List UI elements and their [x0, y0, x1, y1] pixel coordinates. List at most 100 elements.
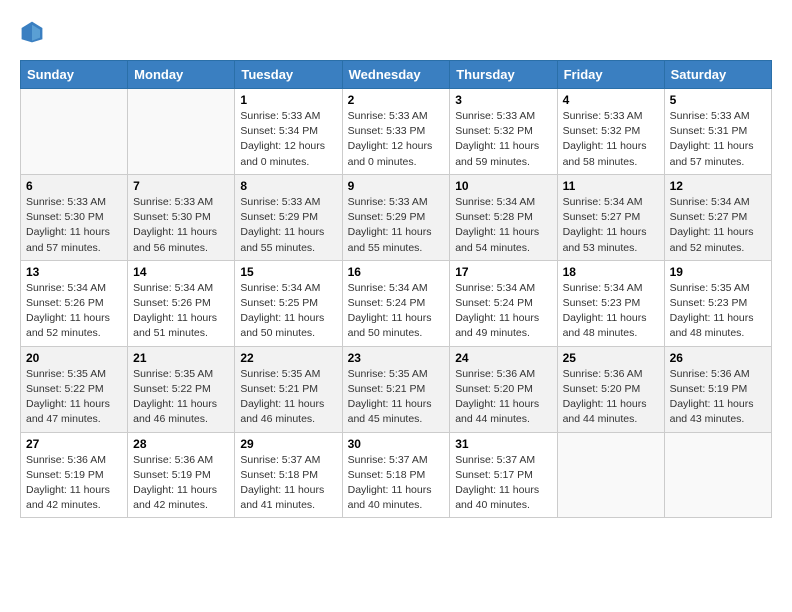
cell-info: Sunrise: 5:37 AMSunset: 5:17 PMDaylight:… [455, 453, 551, 514]
calendar-cell: 15 Sunrise: 5:34 AMSunset: 5:25 PMDayligh… [235, 260, 342, 346]
cell-info: Sunrise: 5:33 AMSunset: 5:29 PMDaylight:… [348, 195, 445, 256]
cell-info: Sunrise: 5:36 AMSunset: 5:19 PMDaylight:… [670, 367, 766, 428]
calendar-cell: 24 Sunrise: 5:36 AMSunset: 5:20 PMDayligh… [450, 346, 557, 432]
calendar-cell: 10 Sunrise: 5:34 AMSunset: 5:28 PMDayligh… [450, 174, 557, 260]
cell-info: Sunrise: 5:36 AMSunset: 5:20 PMDaylight:… [455, 367, 551, 428]
day-number: 27 [26, 437, 122, 451]
calendar-cell: 31 Sunrise: 5:37 AMSunset: 5:17 PMDayligh… [450, 432, 557, 518]
calendar-cell [21, 89, 128, 175]
day-number: 8 [240, 179, 336, 193]
cell-info: Sunrise: 5:33 AMSunset: 5:30 PMDaylight:… [133, 195, 229, 256]
calendar-cell: 9 Sunrise: 5:33 AMSunset: 5:29 PMDaylight… [342, 174, 450, 260]
calendar-cell: 7 Sunrise: 5:33 AMSunset: 5:30 PMDaylight… [128, 174, 235, 260]
day-number: 26 [670, 351, 766, 365]
cell-info: Sunrise: 5:35 AMSunset: 5:23 PMDaylight:… [670, 281, 766, 342]
calendar-cell: 28 Sunrise: 5:36 AMSunset: 5:19 PMDayligh… [128, 432, 235, 518]
cell-info: Sunrise: 5:34 AMSunset: 5:26 PMDaylight:… [26, 281, 122, 342]
day-number: 13 [26, 265, 122, 279]
calendar-cell: 25 Sunrise: 5:36 AMSunset: 5:20 PMDayligh… [557, 346, 664, 432]
day-number: 24 [455, 351, 551, 365]
day-number: 10 [455, 179, 551, 193]
day-number: 22 [240, 351, 336, 365]
calendar-cell: 19 Sunrise: 5:35 AMSunset: 5:23 PMDayligh… [664, 260, 771, 346]
day-number: 9 [348, 179, 445, 193]
day-number: 7 [133, 179, 229, 193]
day-number: 2 [348, 93, 445, 107]
day-number: 6 [26, 179, 122, 193]
cell-info: Sunrise: 5:34 AMSunset: 5:26 PMDaylight:… [133, 281, 229, 342]
calendar-cell: 18 Sunrise: 5:34 AMSunset: 5:23 PMDayligh… [557, 260, 664, 346]
col-header-friday: Friday [557, 61, 664, 89]
col-header-monday: Monday [128, 61, 235, 89]
cell-info: Sunrise: 5:34 AMSunset: 5:24 PMDaylight:… [455, 281, 551, 342]
day-number: 18 [563, 265, 659, 279]
day-number: 23 [348, 351, 445, 365]
day-number: 3 [455, 93, 551, 107]
logo [20, 20, 48, 44]
calendar-cell: 3 Sunrise: 5:33 AMSunset: 5:32 PMDaylight… [450, 89, 557, 175]
col-header-sunday: Sunday [21, 61, 128, 89]
week-row-3: 13 Sunrise: 5:34 AMSunset: 5:26 PMDayligh… [21, 260, 772, 346]
cell-info: Sunrise: 5:34 AMSunset: 5:24 PMDaylight:… [348, 281, 445, 342]
cell-info: Sunrise: 5:34 AMSunset: 5:27 PMDaylight:… [563, 195, 659, 256]
header-row: SundayMondayTuesdayWednesdayThursdayFrid… [21, 61, 772, 89]
cell-info: Sunrise: 5:35 AMSunset: 5:21 PMDaylight:… [240, 367, 336, 428]
cell-info: Sunrise: 5:37 AMSunset: 5:18 PMDaylight:… [240, 453, 336, 514]
day-number: 19 [670, 265, 766, 279]
calendar-cell: 29 Sunrise: 5:37 AMSunset: 5:18 PMDayligh… [235, 432, 342, 518]
day-number: 15 [240, 265, 336, 279]
calendar-cell: 21 Sunrise: 5:35 AMSunset: 5:22 PMDayligh… [128, 346, 235, 432]
day-number: 21 [133, 351, 229, 365]
day-number: 12 [670, 179, 766, 193]
cell-info: Sunrise: 5:35 AMSunset: 5:22 PMDaylight:… [26, 367, 122, 428]
calendar-cell: 17Sunrise: 5:34 AMSunset: 5:24 PMDayligh… [450, 260, 557, 346]
cell-info: Sunrise: 5:35 AMSunset: 5:21 PMDaylight:… [348, 367, 445, 428]
calendar-cell: 8 Sunrise: 5:33 AMSunset: 5:29 PMDaylight… [235, 174, 342, 260]
cell-info: Sunrise: 5:33 AMSunset: 5:33 PMDaylight:… [348, 109, 445, 170]
calendar-cell: 11 Sunrise: 5:34 AMSunset: 5:27 PMDayligh… [557, 174, 664, 260]
calendar-cell [128, 89, 235, 175]
day-number: 20 [26, 351, 122, 365]
calendar-cell: 5 Sunrise: 5:33 AMSunset: 5:31 PMDaylight… [664, 89, 771, 175]
cell-info: Sunrise: 5:33 AMSunset: 5:32 PMDaylight:… [455, 109, 551, 170]
day-number: 31 [455, 437, 551, 451]
logo-icon [20, 20, 44, 44]
week-row-2: 6 Sunrise: 5:33 AMSunset: 5:30 PMDaylight… [21, 174, 772, 260]
cell-info: Sunrise: 5:37 AMSunset: 5:18 PMDaylight:… [348, 453, 445, 514]
calendar-cell: 2 Sunrise: 5:33 AMSunset: 5:33 PMDaylight… [342, 89, 450, 175]
calendar-cell: 4 Sunrise: 5:33 AMSunset: 5:32 PMDaylight… [557, 89, 664, 175]
day-number: 11 [563, 179, 659, 193]
week-row-1: 1Sunrise: 5:33 AMSunset: 5:34 PMDaylight… [21, 89, 772, 175]
calendar-cell: 1Sunrise: 5:33 AMSunset: 5:34 PMDaylight… [235, 89, 342, 175]
cell-info: Sunrise: 5:34 AMSunset: 5:25 PMDaylight:… [240, 281, 336, 342]
cell-info: Sunrise: 5:33 AMSunset: 5:30 PMDaylight:… [26, 195, 122, 256]
day-number: 14 [133, 265, 229, 279]
cell-info: Sunrise: 5:36 AMSunset: 5:19 PMDaylight:… [133, 453, 229, 514]
day-number: 1 [240, 93, 336, 107]
cell-info: Sunrise: 5:33 AMSunset: 5:29 PMDaylight:… [240, 195, 336, 256]
day-number: 4 [563, 93, 659, 107]
calendar-cell: 14 Sunrise: 5:34 AMSunset: 5:26 PMDayligh… [128, 260, 235, 346]
day-number: 25 [563, 351, 659, 365]
cell-info: Sunrise: 5:33 AMSunset: 5:31 PMDaylight:… [670, 109, 766, 170]
calendar-cell [557, 432, 664, 518]
calendar-cell: 26 Sunrise: 5:36 AMSunset: 5:19 PMDayligh… [664, 346, 771, 432]
day-number: 30 [348, 437, 445, 451]
week-row-4: 20 Sunrise: 5:35 AMSunset: 5:22 PMDayligh… [21, 346, 772, 432]
cell-info: Sunrise: 5:35 AMSunset: 5:22 PMDaylight:… [133, 367, 229, 428]
page-header [20, 20, 772, 44]
calendar-cell: 13 Sunrise: 5:34 AMSunset: 5:26 PMDayligh… [21, 260, 128, 346]
cell-info: Sunrise: 5:33 AMSunset: 5:32 PMDaylight:… [563, 109, 659, 170]
cell-info: Sunrise: 5:36 AMSunset: 5:20 PMDaylight:… [563, 367, 659, 428]
cell-info: Sunrise: 5:34 AMSunset: 5:28 PMDaylight:… [455, 195, 551, 256]
cell-info: Sunrise: 5:34 AMSunset: 5:23 PMDaylight:… [563, 281, 659, 342]
day-number: 28 [133, 437, 229, 451]
col-header-thursday: Thursday [450, 61, 557, 89]
calendar-cell: 20 Sunrise: 5:35 AMSunset: 5:22 PMDayligh… [21, 346, 128, 432]
cell-info: Sunrise: 5:34 AMSunset: 5:27 PMDaylight:… [670, 195, 766, 256]
calendar-cell: 12 Sunrise: 5:34 AMSunset: 5:27 PMDayligh… [664, 174, 771, 260]
day-number: 5 [670, 93, 766, 107]
calendar-cell: 23 Sunrise: 5:35 AMSunset: 5:21 PMDayligh… [342, 346, 450, 432]
day-number: 29 [240, 437, 336, 451]
calendar-cell: 27Sunrise: 5:36 AMSunset: 5:19 PMDayligh… [21, 432, 128, 518]
